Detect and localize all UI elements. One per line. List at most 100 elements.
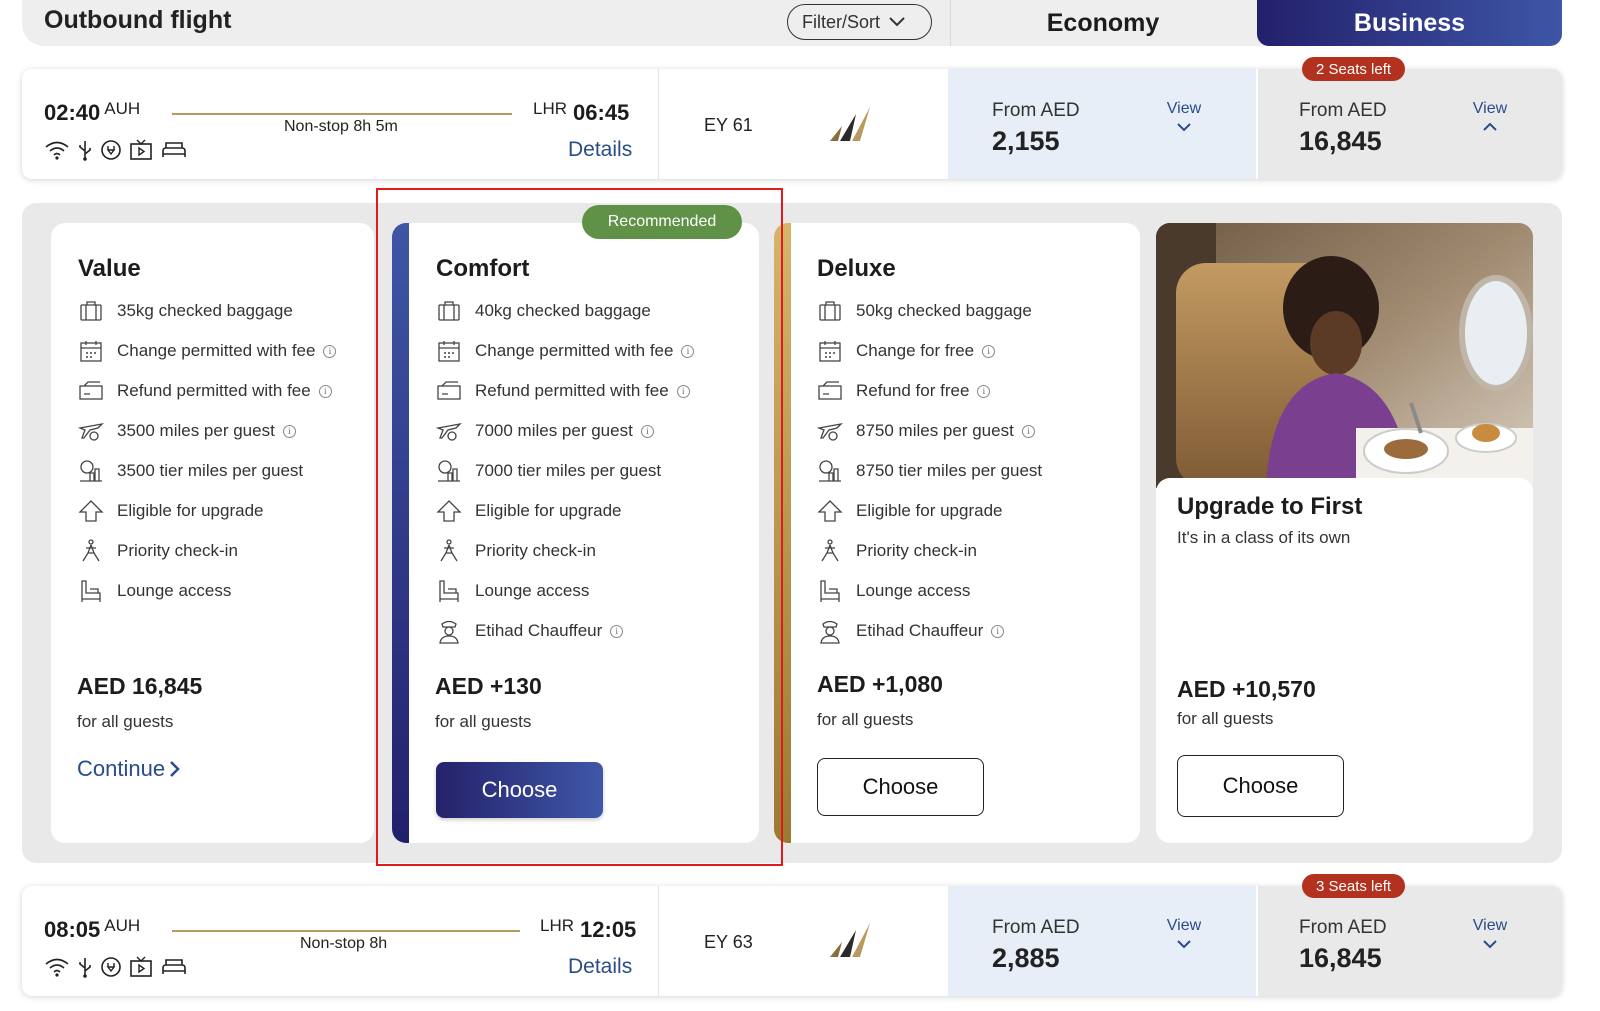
fare-card-value: Value 35kg checked baggage Change permit… xyxy=(51,223,374,843)
tab-economy[interactable]: Economy xyxy=(950,0,1255,46)
business-view-link[interactable]: View xyxy=(1468,100,1512,132)
economy-price: 2,155 xyxy=(992,126,1060,156)
view-label: View xyxy=(1472,917,1508,934)
feature-item: 3500 tier miles per guest xyxy=(77,451,336,491)
duration: 8h xyxy=(369,935,388,952)
priority-checkin-icon xyxy=(816,538,844,564)
calendar-icon xyxy=(77,338,105,364)
tab-business[interactable]: Business xyxy=(1257,0,1562,46)
business-fare-cell[interactable] xyxy=(1258,69,1562,179)
wifi-icon xyxy=(45,141,69,160)
seats-left-badge: 3 Seats left xyxy=(1302,874,1406,898)
view-label: View xyxy=(1472,100,1508,117)
upgrade-subtitle: It's in a class of its own xyxy=(1177,528,1351,547)
miles-plane-icon xyxy=(77,418,105,444)
business-view-link[interactable]: View xyxy=(1468,917,1512,949)
details-link[interactable]: Details xyxy=(568,138,632,162)
info-icon[interactable]: i xyxy=(982,344,996,358)
continue-link[interactable]: Continue xyxy=(77,756,181,782)
feature-item: Etihad Chauffeur i xyxy=(816,611,1042,651)
upgrade-arrow-icon xyxy=(816,498,844,524)
feature-item: Eligible for upgrade xyxy=(816,491,1042,531)
chauffeur-icon xyxy=(816,618,844,644)
usb-icon xyxy=(79,141,91,161)
business-from-label: From AED xyxy=(1299,917,1387,938)
details-link[interactable]: Details xyxy=(568,955,632,979)
feature-item: 8750 tier miles per guest xyxy=(816,451,1042,491)
seats-left-badge: 2 Seats left xyxy=(1302,57,1406,81)
feature-item: Refund permitted with fee i xyxy=(77,371,336,411)
entertainment-icon xyxy=(130,139,152,160)
airline-tail-logo xyxy=(830,107,870,141)
lounge-icon xyxy=(816,578,844,604)
info-icon[interactable]: i xyxy=(991,624,1005,638)
feature-item: 50kg checked baggage xyxy=(816,291,1042,331)
miles-plane-icon xyxy=(816,418,844,444)
amenity-icons xyxy=(44,139,188,161)
departure-time: 02:40 xyxy=(44,100,101,125)
power-outlet-icon xyxy=(101,957,121,977)
route-label: Non-stop xyxy=(284,118,349,135)
fare-name: Value xyxy=(78,255,141,282)
feature-item: 35kg checked baggage xyxy=(77,291,336,331)
flight-number: EY 63 xyxy=(704,932,753,952)
economy-fare-cell[interactable] xyxy=(948,69,1256,179)
choose-button[interactable]: Choose xyxy=(817,758,984,816)
fare-card-deluxe: Deluxe 50kg checked baggage Change for f… xyxy=(774,223,1140,843)
feature-item: Change permitted with fee i xyxy=(77,331,337,371)
info-icon[interactable]: i xyxy=(977,384,991,398)
page-title: Outbound flight xyxy=(44,6,232,34)
feature-item: Change for free i xyxy=(816,331,1042,371)
amenity-icons xyxy=(44,956,188,978)
economy-price: 2,885 xyxy=(992,943,1060,973)
power-outlet-icon xyxy=(101,140,121,160)
route-line xyxy=(172,930,520,932)
upgrade-choose-button[interactable]: Choose xyxy=(1177,755,1344,817)
refund-icon xyxy=(816,378,844,404)
economy-fare-cell[interactable] xyxy=(948,886,1256,996)
economy-from-label: From AED xyxy=(992,917,1080,938)
info-icon[interactable]: i xyxy=(282,424,296,438)
business-fare-cell[interactable] xyxy=(1258,886,1562,996)
business-price: 16,845 xyxy=(1299,943,1382,973)
filter-sort-label: Filter/Sort xyxy=(802,11,881,32)
feature-list: 50kg checked baggage Change for free i Re… xyxy=(816,291,1042,651)
refund-icon xyxy=(77,378,105,404)
chevron-up-icon xyxy=(1483,122,1497,131)
feature-item: Lounge access xyxy=(77,571,336,611)
usb-icon xyxy=(79,958,91,978)
fare-guests-label: for all guests xyxy=(77,712,174,731)
chevron-right-icon xyxy=(170,761,180,777)
duration: 8h 5m xyxy=(353,118,398,135)
info-icon[interactable]: i xyxy=(318,384,332,398)
route-info: Non-stop 8h 5m xyxy=(276,118,406,136)
route-line xyxy=(172,113,512,115)
info-icon[interactable]: i xyxy=(323,344,337,358)
calendar-icon xyxy=(816,338,844,364)
highlight-box xyxy=(376,188,783,866)
continue-label: Continue xyxy=(77,756,166,781)
fare-price: AED +1,080 xyxy=(817,671,943,697)
upgrade-guests-label: for all guests xyxy=(1177,709,1274,728)
fare-name: Deluxe xyxy=(817,255,896,282)
departure-code: AUH xyxy=(104,916,141,935)
tier-miles-icon xyxy=(77,458,105,484)
economy-from-label: From AED xyxy=(992,100,1080,121)
business-price: 16,845 xyxy=(1299,126,1382,156)
upgrade-title: Upgrade to First xyxy=(1177,493,1363,520)
fare-guests-label: for all guests xyxy=(817,710,914,729)
feature-item: Eligible for upgrade xyxy=(77,491,336,531)
feature-item: 3500 miles per guest i xyxy=(77,411,336,451)
info-icon[interactable]: i xyxy=(1021,424,1035,438)
economy-view-link[interactable]: View xyxy=(1162,100,1206,132)
economy-view-link[interactable]: View xyxy=(1162,917,1206,949)
upgrade-price: AED +10,570 xyxy=(1177,676,1316,702)
filter-sort-button[interactable]: Filter/Sort xyxy=(787,4,932,40)
chevron-down-icon xyxy=(889,17,905,27)
upgrade-arrow-icon xyxy=(77,498,105,524)
arrival-code: LHR xyxy=(533,99,568,118)
baggage-icon xyxy=(816,298,844,324)
arrival-code: LHR xyxy=(540,916,575,935)
feature-item: 8750 miles per guest i xyxy=(816,411,1042,451)
feature-item: Refund for free i xyxy=(816,371,1042,411)
